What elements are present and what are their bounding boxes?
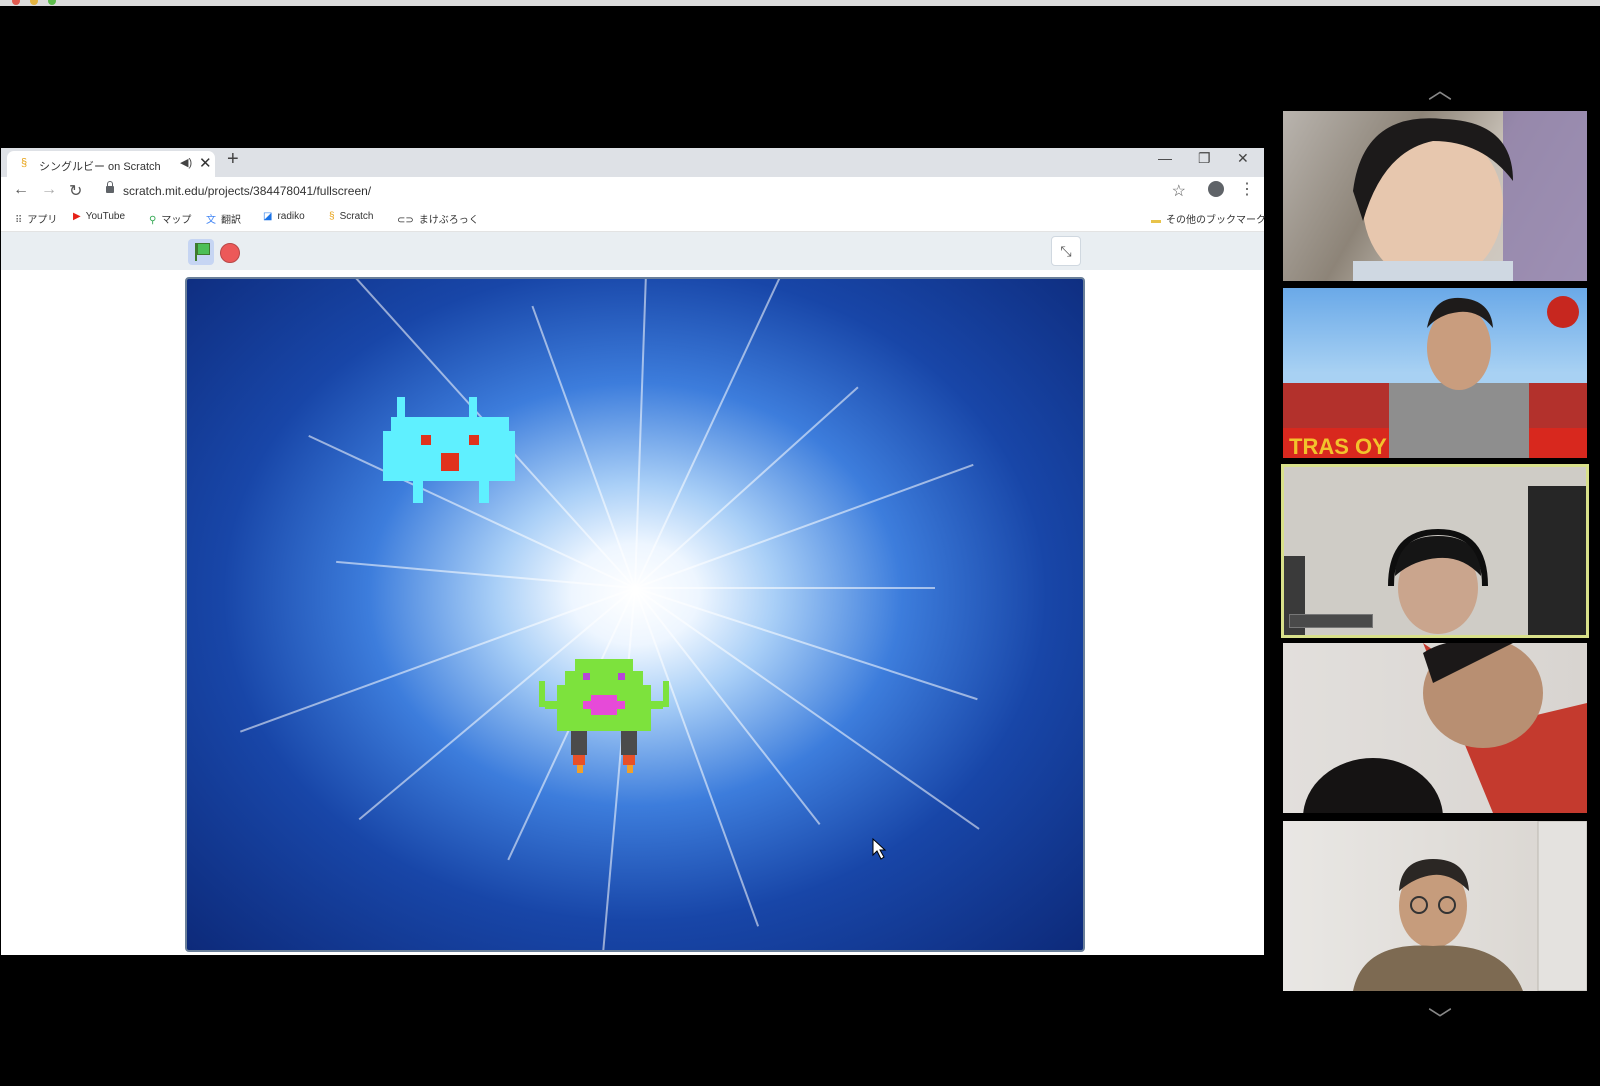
tab-close-icon[interactable]: ✕ xyxy=(199,154,212,172)
bookmark-star-icon[interactable]: ☆ xyxy=(1172,181,1186,201)
bookmark-radiko[interactable]: ◪ radiko xyxy=(263,211,305,222)
browser-toolbar: ← → ↻ scratch.mit.edu/projects/384478041… xyxy=(1,177,1264,207)
bookmark-other[interactable]: ▬ その他のブックマーク xyxy=(1151,211,1266,226)
url-text[interactable]: scratch.mit.edu/projects/384478041/fulls… xyxy=(123,184,371,198)
reload-icon[interactable]: ↻ xyxy=(69,181,82,201)
cyan-invader-sprite[interactable] xyxy=(383,397,515,503)
tab-bar: § シングルビー on Scratch ◀) ✕ + — ❐ ✕ xyxy=(1,148,1264,177)
participant-2-image: TRAS OY xyxy=(1283,296,1587,458)
scroll-down-icon[interactable]: ﹀ xyxy=(1420,1000,1460,1035)
stage-art xyxy=(383,397,887,860)
minimize-dot-icon[interactable] xyxy=(30,0,38,5)
menu-dots-icon[interactable]: ⋮ xyxy=(1239,179,1255,199)
maximize-dot-icon[interactable] xyxy=(48,0,56,5)
bookmark-makeblock[interactable]: ⊂⊃ まけぶろっく xyxy=(397,211,479,226)
youtube-icon: ▶ xyxy=(73,211,81,222)
close-dot-icon[interactable] xyxy=(12,0,20,5)
exit-fullscreen-icon[interactable]: ⤡ xyxy=(1051,236,1081,266)
minimize-icon[interactable]: — xyxy=(1158,150,1172,166)
mouse-cursor-icon xyxy=(872,837,887,860)
maps-pin-icon: ⚲ xyxy=(149,215,157,226)
browser-window: § シングルビー on Scratch ◀) ✕ + — ❐ ✕ ← → ↻ s… xyxy=(1,148,1266,955)
lock-icon xyxy=(106,181,114,193)
bookmark-label: まけぶろっく xyxy=(418,215,479,226)
bookmark-maps[interactable]: ⚲ マップ xyxy=(149,211,191,226)
bookmark-label: radiko xyxy=(277,211,305,222)
bookmark-apps[interactable]: ⠿ アプリ xyxy=(15,211,57,226)
participant-3-image xyxy=(1283,486,1587,636)
participant-video-3-active-speaker[interactable] xyxy=(1281,464,1589,638)
restore-icon[interactable]: ❐ xyxy=(1198,150,1211,167)
bookmark-label: Scratch xyxy=(339,211,374,222)
green-flag-button[interactable] xyxy=(188,239,214,265)
back-icon[interactable]: ← xyxy=(13,181,29,199)
bookmark-youtube[interactable]: ▶ YouTube xyxy=(73,211,125,222)
banner-text: TRAS OY xyxy=(1289,434,1387,458)
profile-icon[interactable] xyxy=(1208,181,1224,197)
forward-icon[interactable]: → xyxy=(41,181,57,199)
translate-icon: 文 xyxy=(206,215,216,226)
participant-video-5[interactable] xyxy=(1283,821,1587,991)
participant-name-label xyxy=(1289,614,1373,628)
participant-5-image xyxy=(1353,821,1587,991)
os-top-bar xyxy=(0,0,1600,6)
bookmark-scratch[interactable]: § Scratch xyxy=(329,211,373,222)
link-icon: ⊂⊃ xyxy=(397,215,414,226)
bookmark-translate[interactable]: 文翻訳 xyxy=(206,211,241,226)
scratch-controls-bar: ⤡ xyxy=(1,232,1264,270)
bookmark-label: 翻訳 xyxy=(221,215,241,226)
window-close-icon[interactable]: ✕ xyxy=(1237,150,1249,167)
stop-button[interactable] xyxy=(220,243,240,263)
green-bee-sprite[interactable] xyxy=(539,659,669,773)
flag-icon xyxy=(197,243,210,255)
bookmark-label: マップ xyxy=(161,215,192,226)
participant-1-image xyxy=(1353,111,1587,281)
participant-video-4[interactable] xyxy=(1283,643,1587,813)
scroll-up-icon[interactable]: ︿ xyxy=(1420,70,1460,105)
scratch-icon: § xyxy=(329,211,335,222)
tab-title: シングルビー on Scratch xyxy=(39,161,161,173)
participant-4-image xyxy=(1303,643,1587,813)
scratch-favicon-icon: § xyxy=(21,157,28,169)
bookmark-label: YouTube xyxy=(85,211,125,222)
audio-icon[interactable]: ◀) xyxy=(180,156,192,169)
participant-video-1[interactable] xyxy=(1283,111,1587,281)
bookmark-label: アプリ xyxy=(27,215,58,226)
bookmarks-bar: ⠿ アプリ ▶ YouTube ⚲ マップ 文翻訳 ◪ radiko § Scratch … xyxy=(1,207,1266,232)
new-tab-icon[interactable]: + xyxy=(227,148,239,171)
tab-scratch[interactable]: § シングルビー on Scratch ◀) ✕ xyxy=(7,151,215,177)
folder-icon: ▬ xyxy=(1151,215,1161,226)
apps-grid-icon: ⠿ xyxy=(15,215,23,226)
address-bar[interactable]: scratch.mit.edu/projects/384478041/fulls… xyxy=(96,180,1194,204)
radiko-icon: ◪ xyxy=(263,211,273,222)
participant-video-2[interactable]: TRAS OY xyxy=(1283,288,1587,458)
bookmark-label: その他のブックマーク xyxy=(1166,215,1266,226)
scratch-stage[interactable] xyxy=(185,277,1085,952)
